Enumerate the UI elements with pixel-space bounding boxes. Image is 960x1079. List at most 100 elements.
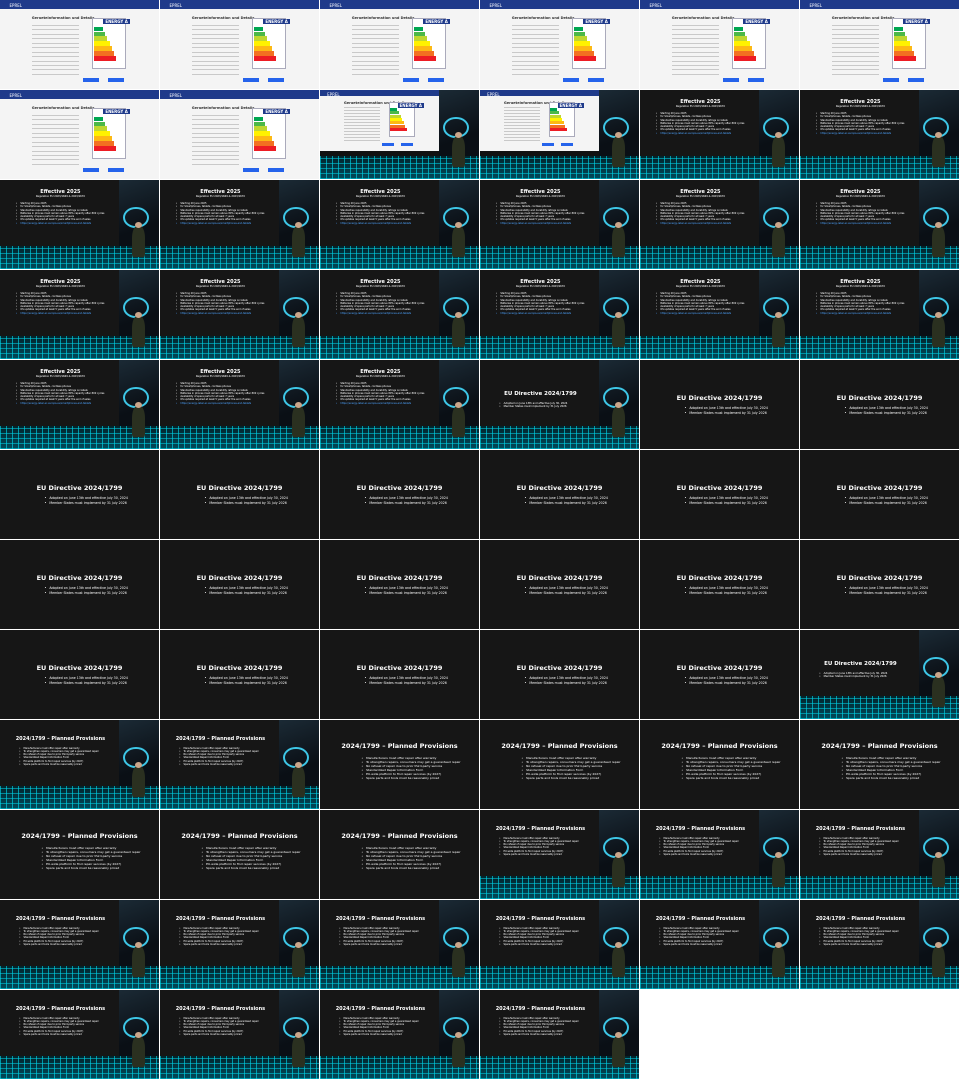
stage-grid-floor <box>480 155 639 179</box>
web-action-button[interactable] <box>561 143 573 146</box>
web-action-button[interactable] <box>402 78 419 82</box>
thumbnail-frame[interactable]: Effective 2025 Regulation EU 2023/1669 & … <box>640 270 799 359</box>
web-action-button[interactable] <box>242 168 259 172</box>
thumbnail-frame[interactable]: 2024/1799 – Planned Provisions Manufactur… <box>800 720 959 809</box>
thumbnail-frame[interactable]: EU Directive 2024/1799 Adopted on June 13… <box>320 630 479 719</box>
thumbnail-frame[interactable]: Effective 2025 Regulation EU 2023/1669 & … <box>160 360 319 449</box>
thumbnail-frame[interactable]: Effective 2025 Regulation EU 2023/1669 & … <box>640 90 799 179</box>
thumbnail-frame[interactable]: 2024/1799 – Planned Provisions Manufactur… <box>800 810 959 899</box>
thumbnail-frame[interactable]: EU Directive 2024/1799 Adopted on June 13… <box>0 540 159 629</box>
slide-bullets: Adopted on June 13th and effective July … <box>45 676 127 685</box>
thumbnail-frame[interactable]: EU Directive 2024/1799 Adopted on June 13… <box>480 630 639 719</box>
thumbnail-frame[interactable]: 2024/1799 – Planned Provisions Manufactur… <box>0 720 159 809</box>
thumbnail-frame[interactable]: Effective 2025 Regulation EU 2023/1669 & … <box>160 270 319 359</box>
thumbnail-frame[interactable]: 2024/1799 – Planned Provisions Manufactur… <box>160 810 319 899</box>
thumbnail-frame[interactable]: EPREL Geraeteinformation und Details ENERG… <box>480 0 639 89</box>
thumbnail-frame[interactable]: EU Directive 2024/1799 Adopted on June 13… <box>640 630 799 719</box>
thumbnail-frame[interactable]: 2024/1799 – Planned Provisions Manufactur… <box>480 900 639 989</box>
thumbnail-frame[interactable]: 2024/1799 – Planned Provisions Manufactur… <box>640 900 799 989</box>
web-action-button[interactable] <box>882 78 899 82</box>
thumbnail-frame[interactable]: Effective 2025 Regulation EU 2023/1669 & … <box>480 270 639 359</box>
thumbnail-frame[interactable]: EPREL Geraeteinformation und Details ENERG… <box>640 0 799 89</box>
web-action-button[interactable] <box>82 78 99 82</box>
thumbnail-frame[interactable]: 2024/1799 – Planned Provisions Manufactur… <box>0 900 159 989</box>
thumbnail-frame[interactable]: 2024/1799 – Planned Provisions Manufactur… <box>320 900 479 989</box>
thumbnail-frame[interactable]: 2024/1799 – Planned Provisions Manufactur… <box>160 990 319 1079</box>
thumbnail-frame[interactable]: 2024/1799 – Planned Provisions Manufactur… <box>640 720 799 809</box>
thumbnail-frame[interactable]: Effective 2025 Regulation EU 2023/1669 & … <box>800 270 959 359</box>
thumbnail-frame[interactable]: EPREL Geraeteinformation und Details ENERG… <box>800 0 959 89</box>
thumbnail-frame[interactable]: Effective 2025 Regulation EU 2023/1669 & … <box>800 180 959 269</box>
energy-label-text: ENERGY A <box>263 18 290 24</box>
web-action-button[interactable] <box>401 143 413 146</box>
web-action-button[interactable] <box>562 78 579 82</box>
web-action-button[interactable] <box>108 168 124 172</box>
web-action-button[interactable] <box>242 78 259 82</box>
web-action-button[interactable] <box>82 168 99 172</box>
thumbnail-frame[interactable]: EU Directive 2024/1799 Adopted on June 13… <box>160 450 319 539</box>
thumbnail-frame[interactable]: EU Directive 2024/1799 Adopted on June 13… <box>800 630 959 719</box>
thumbnail-frame[interactable]: EU Directive 2024/1799 Adopted on June 13… <box>320 540 479 629</box>
energy-class-band <box>253 46 272 51</box>
thumbnail-frame[interactable]: EU Directive 2024/1799 Adopted on June 13… <box>480 540 639 629</box>
thumbnail-frame[interactable]: 2024/1799 – Planned Provisions Manufactur… <box>320 720 479 809</box>
web-action-button[interactable] <box>588 78 604 82</box>
thumbnail-frame[interactable]: Effective 2025 Regulation EU 2023/1669 & … <box>320 270 479 359</box>
thumbnail-frame[interactable]: 2024/1799 – Planned Provisions Manufactur… <box>160 900 319 989</box>
thumbnail-frame[interactable]: Effective 2025 Regulation EU 2023/1669 & … <box>320 180 479 269</box>
web-action-button[interactable] <box>268 78 284 82</box>
thumbnail-frame[interactable]: EPREL Geraeteinformation und Details ENERG… <box>320 90 479 179</box>
thumbnail-frame[interactable]: 2024/1799 – Planned Provisions Manufactur… <box>320 810 479 899</box>
web-action-button[interactable] <box>542 143 554 146</box>
web-action-button[interactable] <box>382 143 394 146</box>
thumbnail-frame[interactable]: EU Directive 2024/1799 Adopted on June 13… <box>160 630 319 719</box>
thumbnail-frame[interactable]: EPREL Geraeteinformation und Details ENERG… <box>0 0 159 89</box>
thumbnail-frame[interactable]: 2024/1799 – Planned Provisions Manufactur… <box>0 810 159 899</box>
thumbnail-frame[interactable]: Effective 2025 Regulation EU 2023/1669 & … <box>0 360 159 449</box>
thumbnail-frame[interactable]: EU Directive 2024/1799 Adopted on June 13… <box>800 360 959 449</box>
web-action-button[interactable] <box>748 78 764 82</box>
thumbnail-frame[interactable]: Effective 2025 Regulation EU 2023/1669 & … <box>800 90 959 179</box>
web-header-bar <box>800 0 959 9</box>
thumbnail-frame[interactable]: EPREL Geraeteinformation und Details ENERG… <box>160 0 319 89</box>
thumbnail-frame[interactable]: EPREL Geraeteinformation und Details ENERG… <box>160 90 319 179</box>
web-action-button[interactable] <box>268 168 284 172</box>
thumbnail-frame[interactable]: Effective 2025 Regulation EU 2023/1669 & … <box>160 180 319 269</box>
thumbnail-frame[interactable]: EPREL Geraeteinformation und Details ENERG… <box>0 90 159 179</box>
thumbnail-frame[interactable]: EU Directive 2024/1799 Adopted on June 13… <box>480 360 639 449</box>
thumbnail-frame[interactable]: Effective 2025 Regulation EU 2023/1669 & … <box>320 360 479 449</box>
thumbnail-frame[interactable]: EU Directive 2024/1799 Adopted on June 13… <box>640 540 799 629</box>
thumbnail-frame[interactable]: EPREL Geraeteinformation und Details ENERG… <box>480 90 639 179</box>
slide-bullet: Spare parts and tools must be reasonably… <box>361 776 460 780</box>
web-action-button[interactable] <box>722 78 739 82</box>
thumbnail-frame[interactable]: EU Directive 2024/1799 Adopted on June 13… <box>640 450 799 539</box>
thumbnail-frame[interactable]: EU Directive 2024/1799 Adopted on June 13… <box>320 450 479 539</box>
thumbnail-frame[interactable]: EU Directive 2024/1799 Adopted on June 13… <box>0 630 159 719</box>
web-action-button[interactable] <box>428 78 444 82</box>
thumbnail-frame[interactable]: Effective 2025 Regulation EU 2023/1669 & … <box>0 180 159 269</box>
thumbnail-frame[interactable]: Effective 2025 Regulation EU 2023/1669 & … <box>480 180 639 269</box>
thumbnail-frame[interactable]: 2024/1799 – Planned Provisions Manufactur… <box>480 720 639 809</box>
thumbnail-frame[interactable]: EPREL Geraeteinformation und Details ENERG… <box>320 0 479 89</box>
slide-title: Effective 2025 <box>200 368 241 375</box>
web-action-button[interactable] <box>908 78 924 82</box>
thumbnail-frame[interactable]: 2024/1799 – Planned Provisions Manufactur… <box>480 810 639 899</box>
thumbnail-frame[interactable]: 2024/1799 – Planned Provisions Manufactur… <box>160 720 319 809</box>
thumbnail-frame[interactable]: 2024/1799 – Planned Provisions Manufactur… <box>320 990 479 1079</box>
slide-directive: EU Directive 2024/1799 Adopted on June 13… <box>0 630 159 719</box>
energy-class-band <box>573 31 586 37</box>
thumbnail-frame[interactable]: Effective 2025 Regulation EU 2023/1669 & … <box>640 180 799 269</box>
thumbnail-frame[interactable]: 2024/1799 – Planned Provisions Manufactur… <box>640 810 799 899</box>
thumbnail-frame[interactable]: EU Directive 2024/1799 Adopted on June 13… <box>800 450 959 539</box>
thumbnail-frame[interactable]: 2024/1799 – Planned Provisions Manufactur… <box>0 990 159 1079</box>
thumbnail-frame[interactable]: EU Directive 2024/1799 Adopted on June 13… <box>160 540 319 629</box>
thumbnail-frame[interactable]: 2024/1799 – Planned Provisions Manufactur… <box>480 990 639 1079</box>
thumbnail-frame[interactable]: 2024/1799 – Planned Provisions Manufactur… <box>800 900 959 989</box>
web-action-button[interactable] <box>108 78 124 82</box>
thumbnail-frame[interactable]: EU Directive 2024/1799 Adopted on June 13… <box>0 450 159 539</box>
thumbnail-frame[interactable]: EU Directive 2024/1799 Adopted on June 13… <box>800 540 959 629</box>
thumbnail-frame[interactable]: EU Directive 2024/1799 Adopted on June 13… <box>640 360 799 449</box>
thumbnail-frame[interactable]: EU Directive 2024/1799 Adopted on June 13… <box>480 450 639 539</box>
thumbnail-frame[interactable]: Effective 2025 Regulation EU 2023/1669 & … <box>0 270 159 359</box>
slide-title: EU Directive 2024/1799 <box>36 663 123 672</box>
